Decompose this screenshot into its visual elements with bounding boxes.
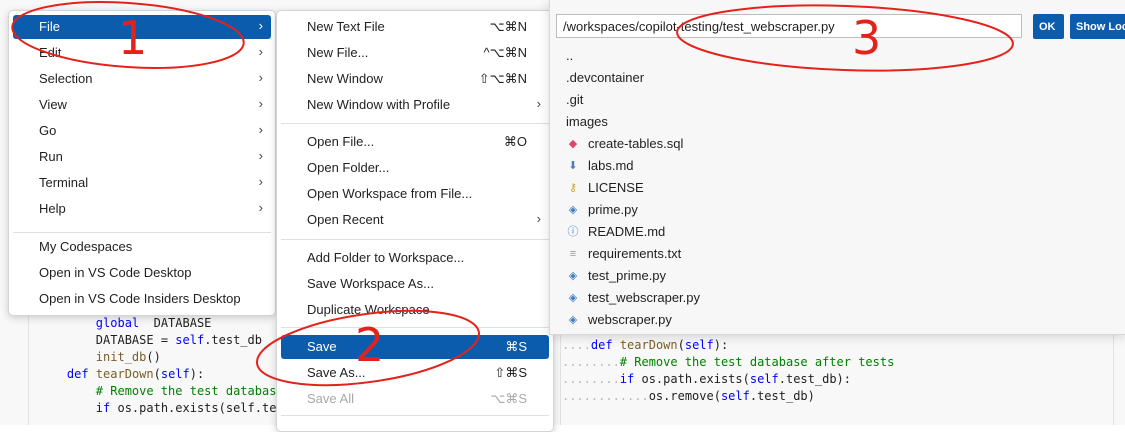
annotation-overlay [11, 1, 1014, 387]
annotation-step-1: 1 [118, 11, 148, 65]
annotation-step-3: 3 [852, 11, 882, 65]
annotation-step-2: 2 [355, 318, 385, 372]
annotation-ellipse-3 [676, 4, 1014, 72]
